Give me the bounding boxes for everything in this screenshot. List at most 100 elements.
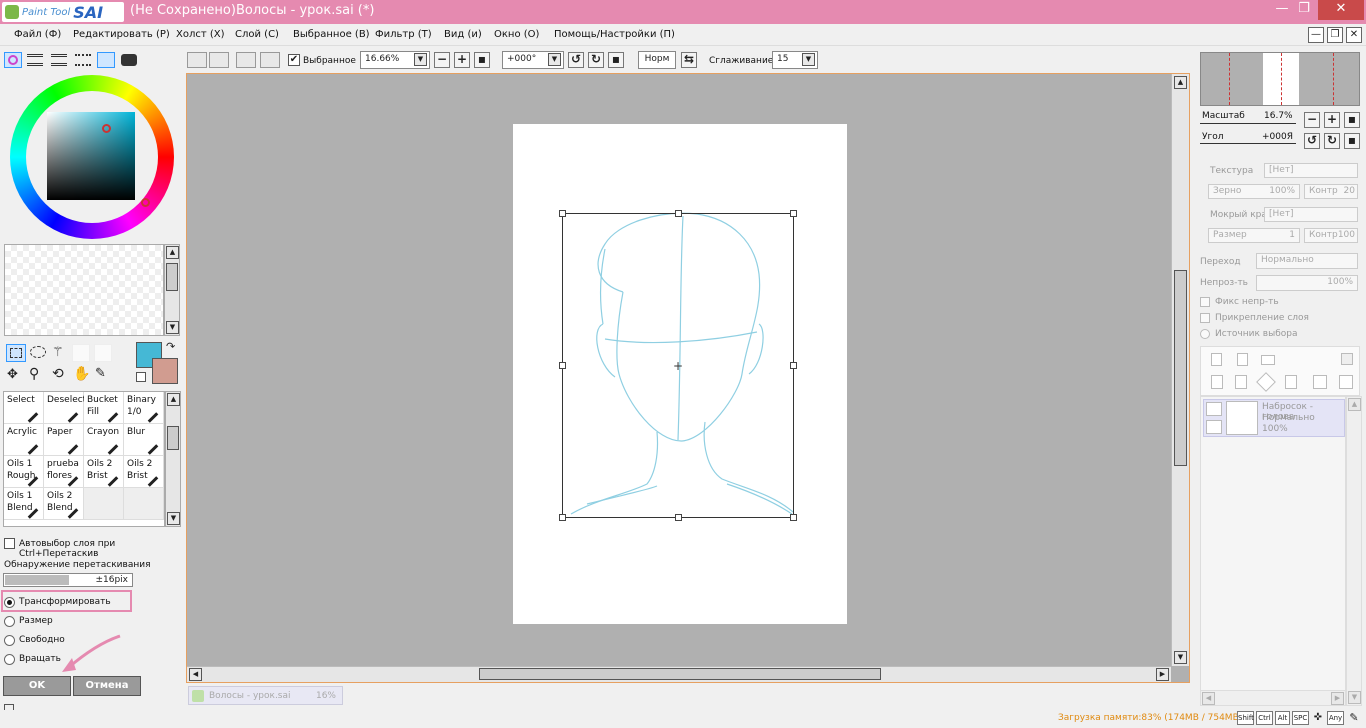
color-wheel-tab[interactable] [4, 52, 22, 68]
flip-view-button[interactable]: ⇆ [681, 52, 697, 68]
transform-handle-r[interactable] [790, 362, 797, 369]
hsv-slider-tab[interactable] [51, 54, 67, 66]
blend-mode-dropdown[interactable]: Нормально [1256, 253, 1358, 269]
contrast1-field[interactable]: Контр 20 [1304, 184, 1358, 199]
scroll-up-icon[interactable]: ▲ [1348, 398, 1361, 411]
tool-prueba-flores[interactable]: prueba flores [44, 456, 84, 488]
transfer-down-icon[interactable] [1211, 375, 1223, 389]
delete-layer-icon[interactable] [1285, 375, 1297, 389]
rotate-icon[interactable]: ⟲ [52, 366, 64, 382]
scroll-down-icon[interactable]: ▼ [1348, 691, 1361, 704]
gradient-tab[interactable] [75, 54, 91, 66]
fix-opacity-checkbox[interactable] [1200, 297, 1210, 307]
rotate-right-button[interactable]: ↻ [588, 52, 604, 68]
zoom-reset-button[interactable]: ▪ [474, 52, 490, 68]
undo-icon[interactable] [187, 52, 207, 68]
tool-blur[interactable]: Blur [124, 424, 164, 456]
cancel-button[interactable]: Отмена [73, 676, 141, 696]
scroll-down-icon[interactable]: ▼ [1174, 651, 1187, 664]
menu-canvas[interactable]: Холст (Х) [176, 29, 225, 40]
zoom-in-button[interactable]: + [454, 52, 470, 68]
smoothing-dropdown-arrow-icon[interactable]: ▼ [802, 53, 815, 66]
tool-oils-1-rough[interactable]: Oils 1 Rough [4, 456, 44, 488]
merge-down-icon[interactable] [1235, 375, 1247, 389]
layer-option-icon[interactable] [1341, 353, 1353, 365]
nav-zoom-out-button[interactable]: − [1304, 112, 1320, 128]
scale-slider[interactable] [1200, 123, 1296, 124]
new-linework-layer-icon[interactable] [1237, 353, 1248, 366]
layer-item[interactable]: Набросок - голова Нормально 100% [1203, 399, 1345, 437]
redo-icon[interactable] [209, 52, 229, 68]
layer-list-scrollbar[interactable]: ▲ ▼ [1346, 396, 1362, 706]
nav-rotate-reset-button[interactable]: ▪ [1344, 133, 1360, 149]
canvas-vertical-scrollbar[interactable]: ▲ ▼ [1171, 74, 1189, 666]
new-folder-icon[interactable] [1261, 355, 1275, 365]
close-button[interactable]: ✕ [1318, 0, 1364, 20]
scroll-left-icon[interactable]: ◀ [1202, 692, 1215, 705]
grain-field[interactable]: Зерно 100% [1208, 184, 1300, 199]
scroll-down-icon[interactable]: ▼ [166, 321, 179, 334]
hand-icon[interactable]: ✋ [73, 366, 90, 382]
tool-deselect[interactable]: Deselect [44, 392, 86, 424]
transform-handle-b[interactable] [675, 514, 682, 521]
nav-rotate-left-button[interactable]: ↺ [1304, 133, 1320, 149]
document-tab[interactable]: Волосы - урок.sai 16% [188, 686, 343, 705]
tool-binary[interactable]: Binary 1/0 [124, 392, 164, 424]
scratchpad-tab[interactable] [121, 54, 137, 66]
mode-rotate-radio[interactable] [4, 654, 15, 665]
tool-oils-2-brist-a[interactable]: Oils 2 Brist [84, 456, 124, 488]
clear-layer-icon[interactable] [1256, 372, 1276, 392]
transform-handle-tl[interactable] [559, 210, 566, 217]
transparent-color-icon[interactable] [136, 372, 146, 382]
rgb-slider-tab[interactable] [27, 54, 43, 66]
menu-view[interactable]: Вид (и) [444, 29, 482, 40]
wet-edge-dropdown[interactable]: [Нет] [1264, 207, 1358, 222]
mdi-minimize-button[interactable]: — [1308, 27, 1324, 43]
rotate-reset-button[interactable]: ▪ [608, 52, 624, 68]
ok-button[interactable]: OK [3, 676, 71, 696]
nav-zoom-in-button[interactable]: + [1324, 112, 1340, 128]
canvas-horizontal-scrollbar[interactable]: ◀ ▶ [187, 666, 1171, 682]
tools-scrollbar[interactable]: ▲ ▼ [165, 391, 181, 527]
tool-paper[interactable]: Paper [44, 424, 84, 456]
nav-zoom-reset-button[interactable]: ▪ [1344, 112, 1360, 128]
transform-handle-t[interactable] [675, 210, 682, 217]
tool-acrylic[interactable]: Acrylic [4, 424, 44, 456]
rect-select-tool[interactable] [6, 344, 26, 362]
drag-detect-slider[interactable]: ±16pix [3, 573, 133, 587]
scroll-left-icon[interactable]: ◀ [189, 668, 202, 681]
mdi-restore-button[interactable]: ❐ [1327, 27, 1343, 43]
autoselect-checkbox[interactable] [4, 538, 15, 549]
clip-layer-checkbox[interactable] [1200, 313, 1210, 323]
mode-free-radio[interactable] [4, 635, 15, 646]
scratchpad-scrollbar[interactable]: ▲ ▼ [164, 244, 180, 336]
magic-wand-tool[interactable]: ⚚ [52, 345, 64, 360]
menu-window[interactable]: Окно (О) [494, 29, 539, 40]
scratchpad[interactable] [4, 244, 164, 336]
scroll-up-icon[interactable]: ▲ [166, 246, 179, 259]
normal-view-button[interactable]: Норм [638, 51, 676, 69]
navigator-preview[interactable] [1200, 52, 1360, 106]
canvas-viewport[interactable]: + ▲ ▼ ◀ ▶ [186, 73, 1190, 683]
nav-rotate-right-button[interactable]: ↻ [1324, 133, 1340, 149]
transform-handle-bl[interactable] [559, 514, 566, 521]
saturation-value-square[interactable] [47, 112, 135, 200]
zoom-icon[interactable]: ⚲ [29, 366, 39, 382]
zoom-out-button[interactable]: − [434, 52, 450, 68]
menu-filter[interactable]: Фильтр (Т) [375, 29, 432, 40]
lasso-tool[interactable] [30, 346, 46, 358]
selection-source-checkbox[interactable] [1200, 329, 1210, 339]
transform-handle-l[interactable] [559, 362, 566, 369]
menu-help[interactable]: Помощь/Настройки (П) [554, 29, 675, 40]
selection-checkbox[interactable]: ✔ [288, 54, 300, 66]
layer-edit-icon[interactable] [1206, 420, 1222, 434]
opacity-slider[interactable]: 100% [1256, 275, 1358, 291]
tool-crayon[interactable]: Crayon [84, 424, 124, 456]
mdi-close-button[interactable]: ✕ [1346, 27, 1362, 43]
move-icon[interactable]: ✥ [7, 367, 18, 382]
size-field[interactable]: Размер 1 [1208, 228, 1300, 243]
menu-file[interactable]: Файл (Ф) [14, 29, 61, 40]
layer-visibility-icon[interactable] [1206, 402, 1222, 416]
swap-colors-icon[interactable]: ↷ [166, 340, 175, 353]
menu-layer[interactable]: Слой (С) [235, 29, 279, 40]
